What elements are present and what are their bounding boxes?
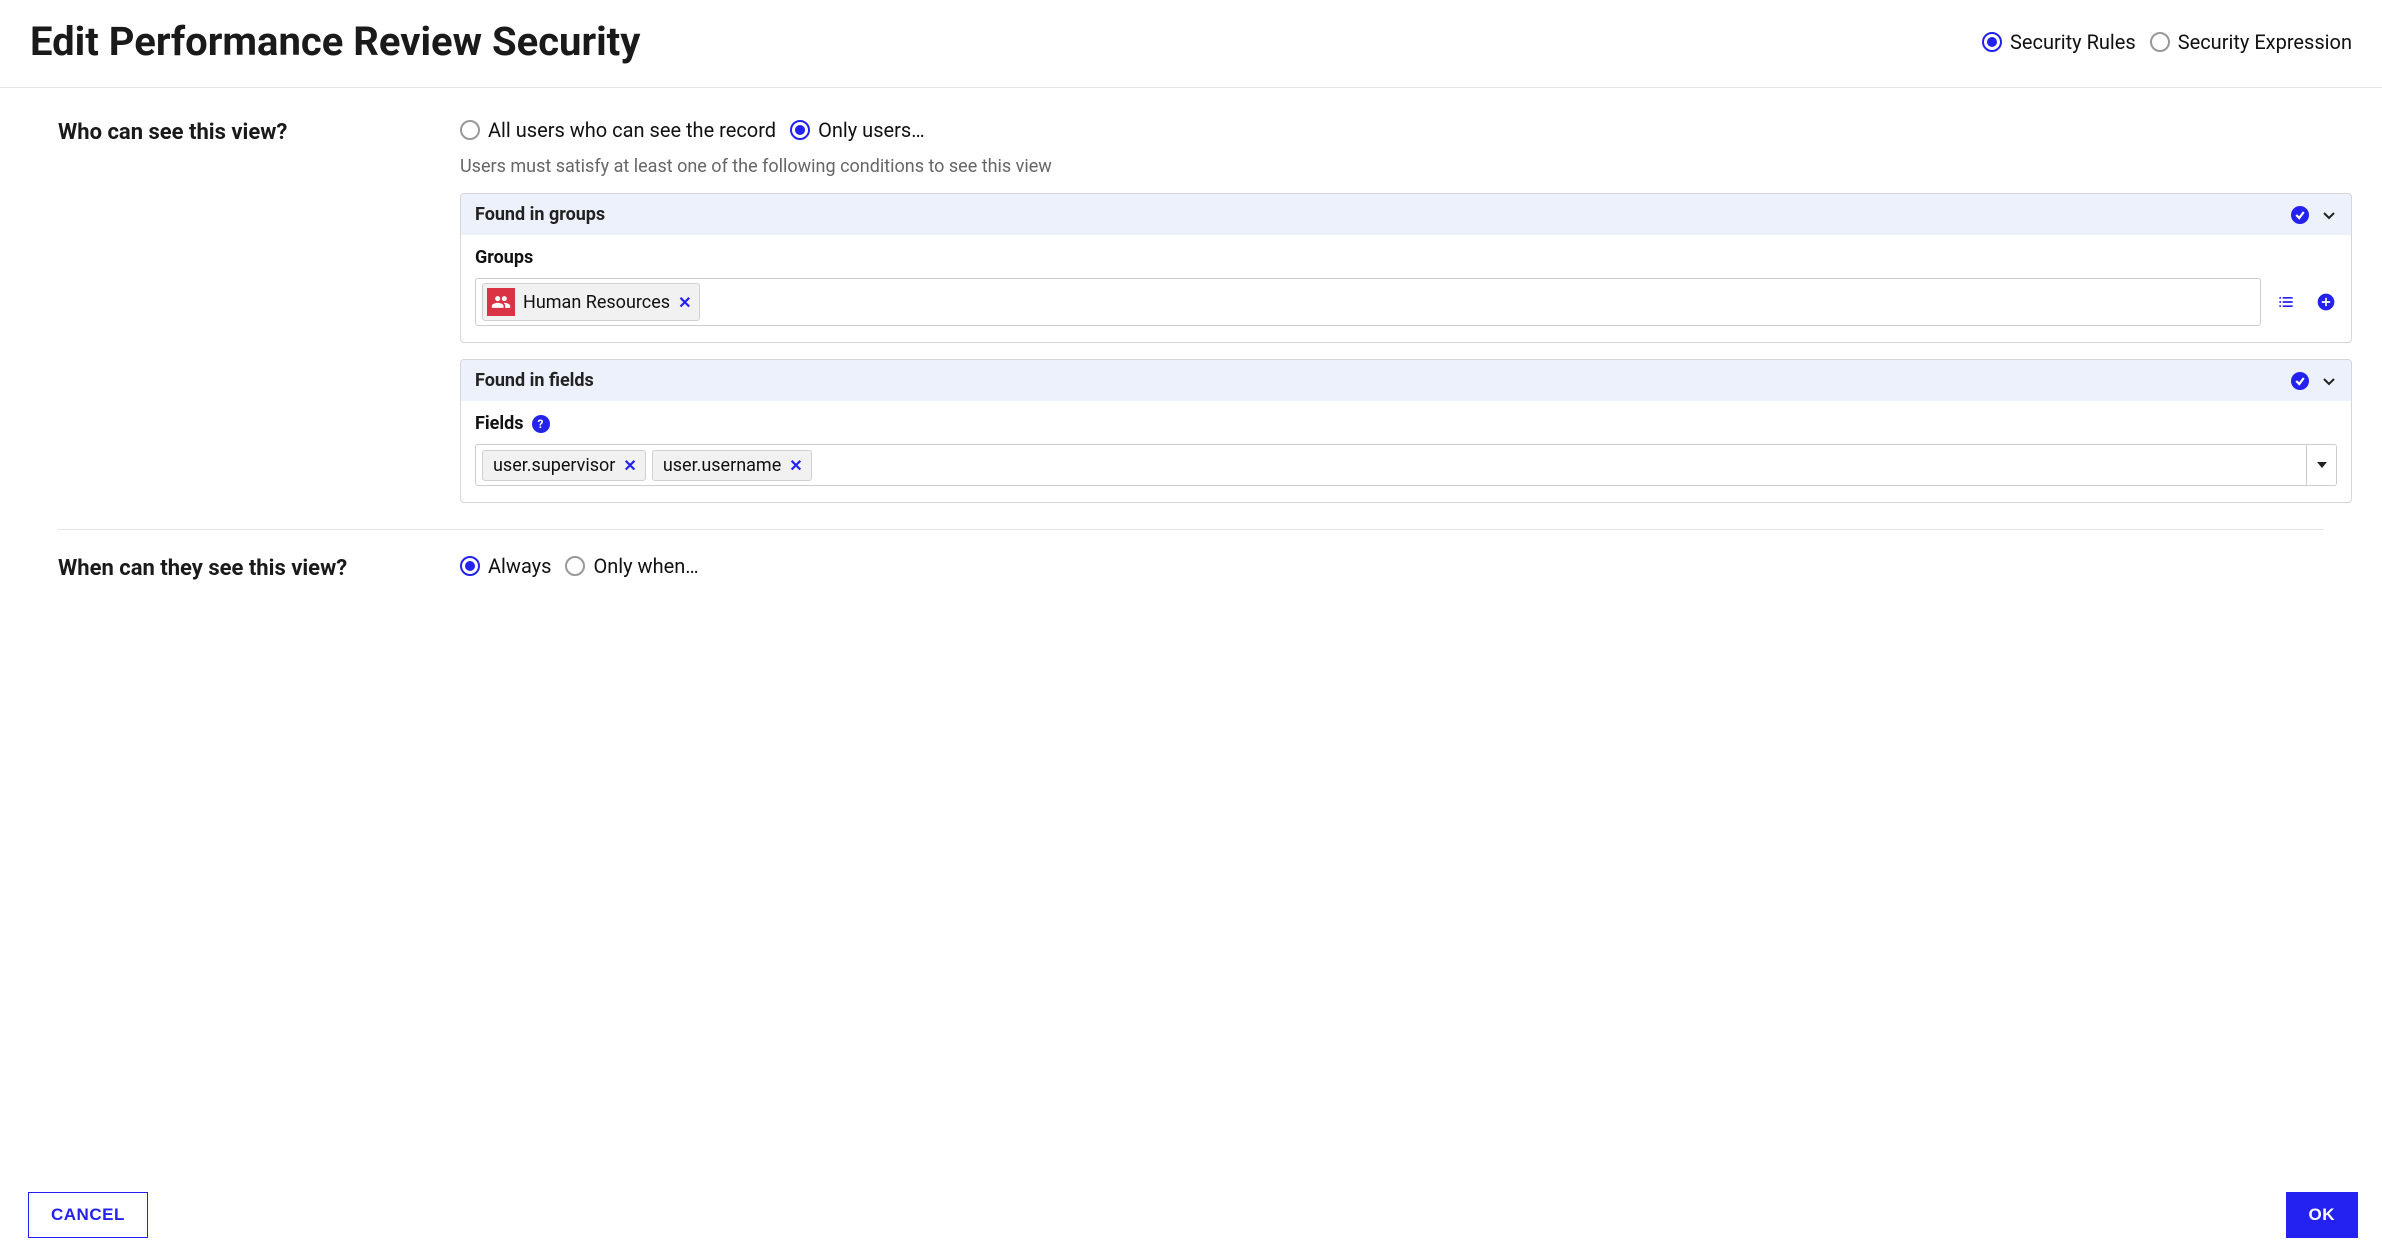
chip-label: user.supervisor: [493, 455, 615, 476]
chip-human-resources: Human Resources ✕: [482, 283, 700, 321]
cancel-button[interactable]: CANCEL: [28, 1192, 148, 1238]
who-section: Who can see this view? All users who can…: [30, 118, 2352, 503]
groups-label: Groups: [475, 247, 2337, 268]
radio-icon: [565, 556, 585, 576]
chip-label: Human Resources: [523, 292, 670, 313]
dialog-footer: CANCEL OK: [0, 1174, 2382, 1260]
chip-label: user.username: [663, 455, 781, 476]
chip-remove-icon[interactable]: ✕: [789, 456, 802, 475]
groups-card-title: Found in groups: [475, 204, 605, 225]
when-section: When can they see this view? Always Only…: [30, 554, 2352, 581]
radio-security-rules[interactable]: Security Rules: [1982, 30, 2136, 54]
page-title: Edit Performance Review Security: [30, 18, 640, 65]
dialog-content: Who can see this view? All users who can…: [0, 88, 2382, 1174]
group-icon: [487, 288, 515, 316]
mode-radio-group: Security Rules Security Expression: [1982, 30, 2352, 54]
who-question: Who can see this view?: [30, 118, 420, 503]
fields-picker-input[interactable]: user.supervisor ✕ user.username ✕: [475, 444, 2337, 486]
chip-user-supervisor: user.supervisor ✕: [482, 450, 646, 481]
chevron-down-icon: [2321, 207, 2337, 223]
who-radio-group: All users who can see the record Only us…: [460, 118, 2352, 142]
radio-security-expression[interactable]: Security Expression: [2150, 30, 2352, 54]
dropdown-toggle[interactable]: [2306, 445, 2336, 485]
radio-icon: [460, 120, 480, 140]
when-radio-group: Always Only when…: [460, 554, 2352, 578]
radio-label: Only users…: [818, 118, 925, 142]
fields-card-header[interactable]: Found in fields: [461, 360, 2351, 401]
radio-label: All users who can see the record: [488, 118, 776, 142]
who-hint: Users must satisfy at least one of the f…: [460, 156, 2352, 177]
check-circle-icon: [2291, 206, 2309, 224]
radio-label: Only when…: [593, 554, 698, 578]
radio-all-users[interactable]: All users who can see the record: [460, 118, 776, 142]
radio-label: Security Rules: [2010, 30, 2136, 54]
radio-only-users[interactable]: Only users…: [790, 118, 925, 142]
chevron-down-icon: [2321, 373, 2337, 389]
add-circle-icon[interactable]: [2315, 291, 2337, 313]
groups-condition-card: Found in groups Groups: [460, 193, 2352, 343]
groups-picker-input[interactable]: Human Resources ✕: [475, 278, 2261, 326]
fields-card-title: Found in fields: [475, 370, 594, 391]
radio-label: Security Expression: [2178, 30, 2352, 54]
fields-label: Fields ?: [475, 413, 2337, 434]
dialog-header: Edit Performance Review Security Securit…: [0, 0, 2382, 88]
chip-remove-icon[interactable]: ✕: [678, 293, 691, 312]
fields-condition-card: Found in fields Fields: [460, 359, 2352, 503]
when-question: When can they see this view?: [30, 554, 420, 581]
chip-remove-icon[interactable]: ✕: [623, 456, 636, 475]
radio-label: Always: [488, 554, 551, 578]
radio-icon: [790, 120, 810, 140]
check-circle-icon: [2291, 372, 2309, 390]
radio-icon: [1982, 32, 2002, 52]
ok-button[interactable]: OK: [2286, 1192, 2359, 1238]
section-divider: [58, 529, 2324, 530]
radio-icon: [460, 556, 480, 576]
help-icon[interactable]: ?: [532, 415, 550, 433]
list-icon[interactable]: [2275, 291, 2297, 313]
radio-icon: [2150, 32, 2170, 52]
chip-user-username: user.username ✕: [652, 450, 812, 481]
groups-card-header[interactable]: Found in groups: [461, 194, 2351, 235]
radio-only-when[interactable]: Only when…: [565, 554, 698, 578]
radio-always[interactable]: Always: [460, 554, 551, 578]
